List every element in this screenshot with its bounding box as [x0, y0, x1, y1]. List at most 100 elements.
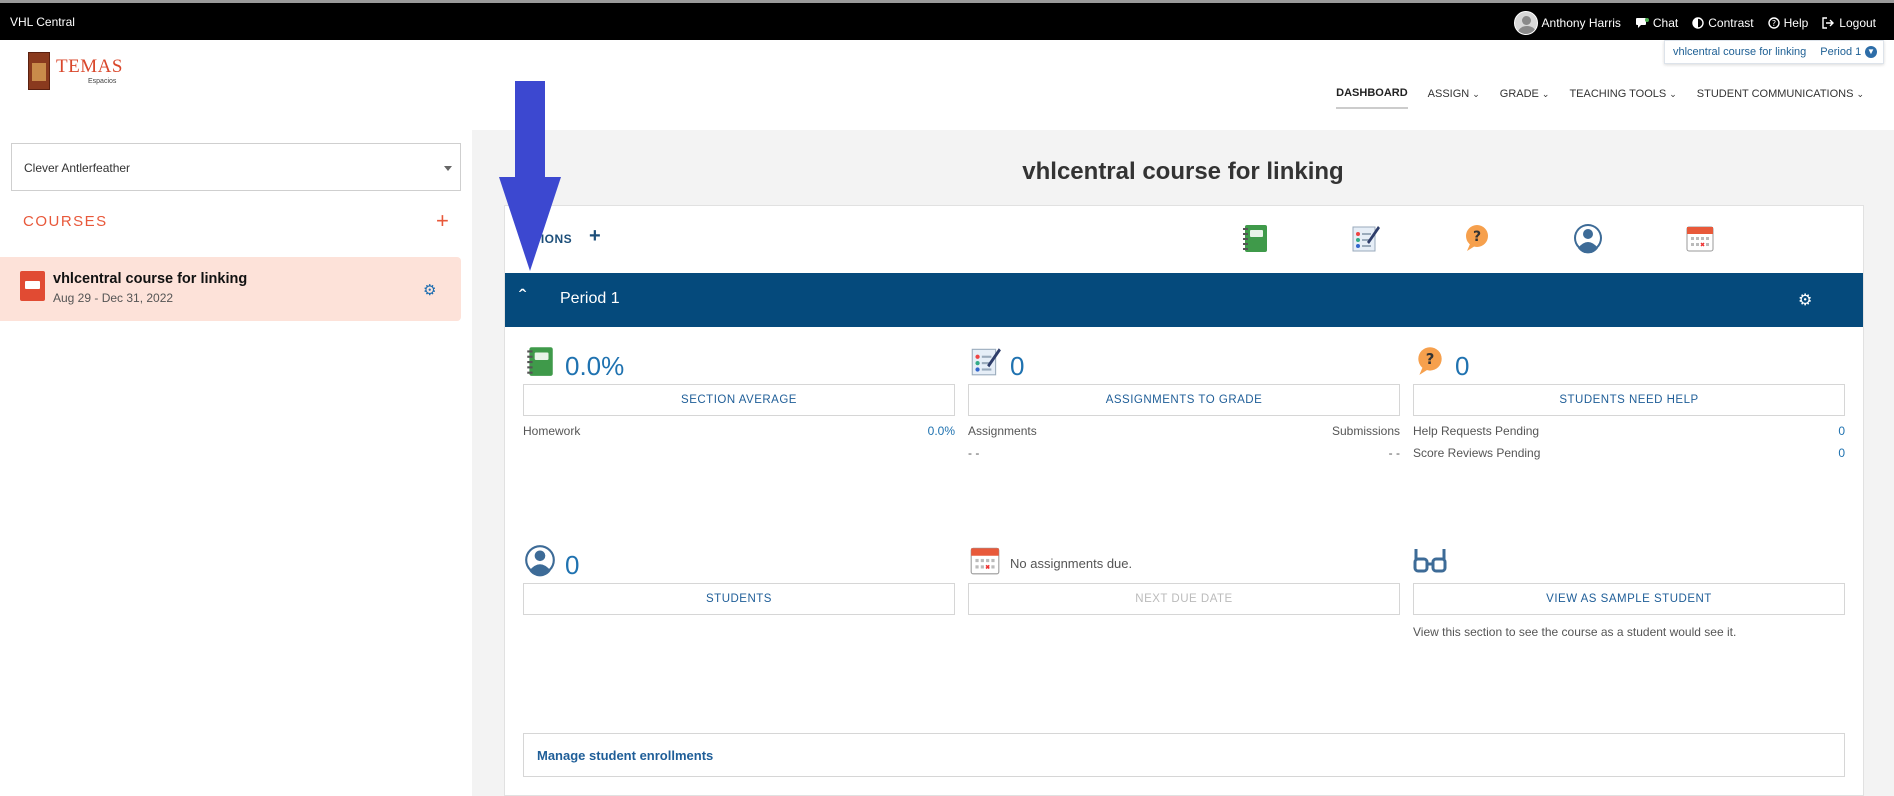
nav-dashboard-label: DASHBOARD — [1336, 87, 1408, 99]
courses-heading: COURSES — [23, 213, 108, 230]
logo-title: TEMAS — [56, 56, 123, 77]
submissions-value: - - — [1388, 446, 1400, 460]
next-due-date-button[interactable]: NEXT DUE DATE — [968, 583, 1400, 615]
switcher-period: Period 1 — [1820, 46, 1862, 58]
help-requests-label: Help Requests Pending — [1413, 424, 1540, 438]
assignments-to-grade-value: 0 — [1010, 351, 1025, 381]
switcher-course: vhlcentral course for linking — [1673, 46, 1807, 58]
book-cover-icon — [28, 52, 50, 90]
students-button[interactable]: STUDENTS — [523, 583, 955, 615]
annotation-arrow-icon — [499, 81, 561, 271]
assignments-header-row: Assignments Submissions — [968, 424, 1400, 438]
assignments-label: Assignments — [968, 424, 1037, 438]
product-logo: TEMAS Espacios — [28, 52, 122, 94]
chat-label: Chat — [1652, 16, 1679, 30]
view-as-sample-student-button[interactable]: VIEW AS SAMPLE STUDENT — [1413, 583, 1845, 615]
homework-label: Homework — [523, 424, 581, 438]
chat-button[interactable]: Chat — [1635, 16, 1678, 30]
glasses-icon — [1413, 549, 1447, 573]
homework-row: Homework 0.0% — [523, 424, 955, 438]
students-icon — [525, 545, 555, 577]
chat-icon — [1635, 18, 1649, 28]
chevron-down-icon: ⌄ — [1541, 88, 1550, 99]
contrast-label: Contrast — [1708, 16, 1754, 30]
collapse-chevron-up-icon[interactable]: ˆ — [519, 285, 526, 311]
user-menu[interactable]: Anthony Harris — [1513, 11, 1621, 35]
calendar-icon — [970, 547, 1000, 575]
chevron-down-icon: ⌄ — [1472, 88, 1480, 99]
tile-view-as-sample-student: VIEW AS SAMPLE STUDENT View this section… — [1413, 543, 1845, 643]
svg-text:?: ? — [1426, 350, 1435, 368]
nav-assign-label: ASSIGN — [1427, 88, 1470, 100]
help-requests-value[interactable]: 0 — [1838, 424, 1845, 438]
sidebar: Clever Antlerfeather COURSES + vhlcentra… — [0, 130, 472, 796]
caret-down-icon — [444, 166, 452, 171]
logout-label: Logout — [1839, 16, 1876, 30]
grading-icon[interactable] — [1349, 222, 1381, 254]
section-average-button[interactable]: SECTION AVERAGE — [523, 384, 955, 416]
gradebook-icon — [527, 347, 553, 376]
tile-section-average: 0.0% SECTION AVERAGE Homework 0.0% — [523, 344, 955, 444]
gradebook-icon[interactable] — [1239, 222, 1271, 254]
nav-teaching-tools-label: TEACHING TOOLS — [1569, 88, 1667, 100]
course-dates: Aug 29 - Dec 31, 2022 — [53, 291, 174, 305]
actions-bar: TIONS + ? — [505, 206, 1863, 273]
chevron-down-icon: ⌄ — [1669, 88, 1677, 99]
help-requests-icon: ? — [1418, 347, 1442, 375]
score-reviews-label: Score Reviews Pending — [1413, 446, 1541, 460]
tile-students-need-help: ? 0 STUDENTS NEED HELP Help Requests Pen… — [1413, 344, 1845, 464]
assignments-value-row: - - - - — [968, 446, 1400, 460]
top-bar: VHL Central Anthony Harris Chat Contrast… — [0, 0, 1894, 40]
help-requests-icon[interactable]: ? — [1461, 222, 1493, 254]
students-need-help-value: 0 — [1455, 351, 1470, 381]
assignments-to-grade-button[interactable]: ASSIGNMENTS TO GRADE — [968, 384, 1400, 416]
svg-text:?: ? — [1473, 229, 1481, 245]
main-nav: DASHBOARD ASSIGN ⌄ GRADE ⌄ TEACHING TOOLS ⌄… — [1336, 87, 1864, 109]
grading-icon — [971, 348, 1001, 376]
main-content: vhlcentral course for linking TIONS + ? … — [472, 130, 1894, 796]
course-settings-gear-icon[interactable]: ⚙ — [423, 281, 436, 299]
manage-student-enrollments-link[interactable]: Manage student enrollments — [523, 733, 1845, 777]
nav-student-communications-label: STUDENT COMMUNICATIONS — [1696, 88, 1854, 100]
students-value: 0 — [565, 550, 580, 580]
course-card[interactable]: vhlcentral course for linking Aug 29 - D… — [0, 257, 461, 321]
course-period-switcher[interactable]: vhlcentral course for linking Period 1 ▼ — [1664, 40, 1884, 64]
course-book-icon — [20, 271, 45, 301]
assignments-value: - - — [968, 446, 980, 460]
students-icon[interactable] — [1572, 222, 1604, 254]
period-settings-gear-icon[interactable]: ⚙ — [1798, 290, 1812, 310]
period-header: ˆ Period 1 ⚙ — [505, 273, 1863, 327]
calendar-icon[interactable] — [1684, 222, 1716, 254]
score-reviews-row: Score Reviews Pending 0 — [1413, 446, 1845, 460]
period-title: Period 1 — [560, 290, 620, 307]
user-select[interactable]: Clever Antlerfeather — [11, 143, 461, 191]
help-requests-row: Help Requests Pending 0 — [1413, 424, 1845, 438]
nav-teaching-tools[interactable]: TEACHING TOOLS ⌄ — [1569, 87, 1676, 109]
logout-button[interactable]: Logout — [1822, 16, 1876, 30]
nav-grade[interactable]: GRADE ⌄ — [1500, 87, 1550, 109]
sample-student-note: View this section to see the course as a… — [1413, 625, 1737, 639]
nav-student-communications[interactable]: STUDENT COMMUNICATIONS ⌄ — [1697, 87, 1864, 109]
avatar — [1513, 11, 1538, 35]
logout-icon — [1822, 17, 1835, 29]
next-due-text: No assignments due. — [1010, 556, 1133, 571]
homework-value: 0.0% — [927, 424, 955, 438]
add-action-button[interactable]: + — [589, 225, 601, 248]
course-name: vhlcentral course for linking — [53, 271, 248, 287]
top-bar-actions: Anthony Harris Chat Contrast ? Help Logo… — [1513, 11, 1876, 35]
brand-name[interactable]: VHL Central — [10, 15, 75, 29]
help-label: Help — [1783, 16, 1809, 30]
contrast-icon — [1692, 17, 1704, 29]
chevron-down-icon: ⌄ — [1856, 88, 1864, 99]
nav-dashboard[interactable]: DASHBOARD — [1336, 87, 1408, 109]
score-reviews-value[interactable]: 0 — [1838, 446, 1845, 460]
user-select-value: Clever Antlerfeather — [24, 161, 131, 175]
help-button[interactable]: ? Help — [1767, 16, 1809, 30]
students-need-help-button[interactable]: STUDENTS NEED HELP — [1413, 384, 1845, 416]
nav-grade-label: GRADE — [1499, 88, 1539, 100]
nav-assign[interactable]: ASSIGN ⌄ — [1428, 87, 1480, 109]
help-icon: ? — [1767, 17, 1780, 29]
section-average-value: 0.0% — [565, 351, 625, 381]
add-course-button[interactable]: + — [436, 208, 449, 234]
contrast-button[interactable]: Contrast — [1692, 16, 1754, 30]
